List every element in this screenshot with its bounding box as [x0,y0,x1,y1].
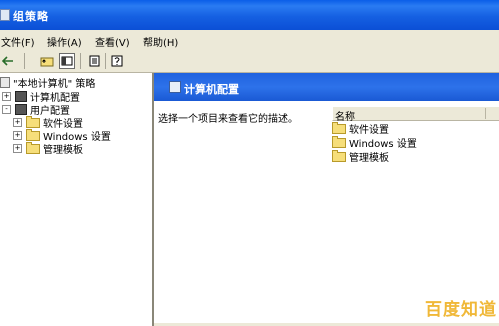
tree-item-label: 管理模板 [43,145,83,156]
back-arrow-icon[interactable] [0,53,16,69]
column-header-name[interactable]: 名称 [332,107,499,123]
folder-icon [26,115,40,128]
column-separator[interactable] [485,108,486,119]
tree-pane[interactable]: "本地计算机" 策略 + 计算机配置 - 用户配置 + 软件设置 + Windo… [0,73,154,326]
tree-root[interactable]: "本地计算机" 策略 [0,76,96,90]
description-text: 选择一个项目来查看它的描述。 [158,114,298,125]
up-folder-icon[interactable] [39,53,55,69]
help-icon[interactable] [109,53,125,69]
details-title: 计算机配置 [184,83,239,96]
tree-root-label: "本地计算机" 策略 [13,79,96,90]
expand-icon[interactable]: + [13,118,22,127]
folder-icon [332,121,346,134]
collapse-icon[interactable]: - [2,105,11,114]
app-icon [0,9,10,21]
folder-icon [26,128,40,141]
user-icon [15,104,27,115]
list-item[interactable]: 软件设置 [332,121,389,136]
toolbar-separator [105,53,106,69]
menu-help[interactable]: 帮助(H) [143,34,178,49]
list-item-label: 管理模板 [349,153,389,164]
show-hide-tree-icon[interactable] [59,53,75,69]
tree-item-admin-templates[interactable]: + 管理模板 [13,141,83,156]
watermark-text: 百度知道 [425,300,497,320]
details-header: 计算机配置 [154,73,499,101]
folder-icon [332,135,346,148]
menu-action[interactable]: 操作(A) [47,34,82,49]
toolbar-separator [24,53,25,69]
list-item[interactable]: Windows 设置 [332,135,417,150]
window-title: 组策略 [13,10,49,23]
export-list-icon[interactable] [87,53,103,69]
list-item-label: Windows 设置 [349,139,417,150]
list-item-label: 软件设置 [349,125,389,136]
title-bar: 组策略 [0,0,499,30]
computer-config-icon [169,81,181,93]
expand-icon[interactable]: + [13,131,22,140]
toolbar [0,50,499,73]
list-item[interactable]: 管理模板 [332,149,389,164]
toolbar-separator [80,53,81,69]
folder-icon [332,149,346,162]
computer-icon [15,91,27,102]
menu-view[interactable]: 查看(V) [95,34,130,49]
expand-icon[interactable]: + [2,92,11,101]
folder-icon [26,141,40,154]
menu-file[interactable]: 文件(F) [1,34,35,49]
expand-icon[interactable]: + [13,144,22,153]
policy-icon [0,77,10,88]
menu-bar: 文件(F) 操作(A) 查看(V) 帮助(H) [0,30,499,51]
details-pane: 计算机配置 选择一个项目来查看它的描述。 名称 软件设置 Windows 设置 … [154,73,499,326]
